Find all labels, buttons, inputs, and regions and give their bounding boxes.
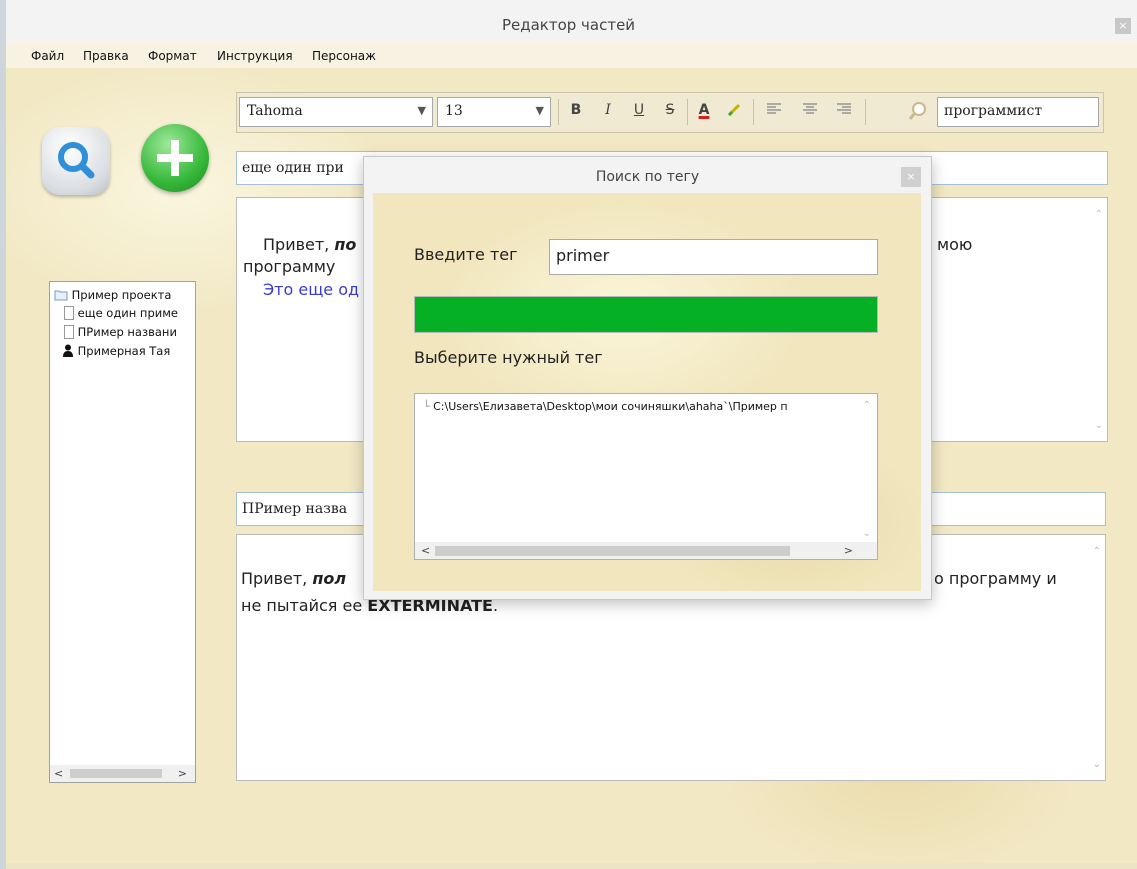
align-left-button[interactable] xyxy=(765,102,783,120)
part2-title-value: ПРимер назва xyxy=(242,501,348,517)
menu-file[interactable]: Файл xyxy=(31,49,64,63)
format-toolbar: Tahoma ▼ 13 ▼ B I U S A программист xyxy=(236,92,1104,133)
document-icon xyxy=(64,306,74,320)
folder-icon xyxy=(54,290,68,301)
toolbar-divider xyxy=(558,99,559,125)
tree-item-part-2[interactable]: ПРимер названи xyxy=(64,325,177,339)
tree-item-label: еще один приме xyxy=(77,306,178,320)
title-bar: Редактор частей × xyxy=(0,0,1137,42)
tag-results-list[interactable]: └ C:\Users\Елизавета\Desktop\мои сочиняш… xyxy=(414,393,878,560)
status-bar xyxy=(0,863,1137,869)
dialog-title: Поиск по тегу xyxy=(595,169,700,185)
list-horizontal-scrollbar[interactable]: < > xyxy=(415,542,877,559)
part1-text-line1-end: мою xyxy=(937,235,973,254)
toolbar-divider xyxy=(687,99,688,125)
align-right-icon xyxy=(837,103,851,114)
choose-tag-label: Выберите нужный тег xyxy=(414,348,603,367)
scroll-right-icon[interactable]: > xyxy=(178,767,187,780)
align-center-icon xyxy=(803,103,817,114)
scroll-thumb[interactable] xyxy=(70,769,162,778)
part1-text-line2: программу xyxy=(243,257,336,276)
scroll-up-icon[interactable]: ⌃ xyxy=(1093,541,1101,563)
text-run: не пытайся ее xyxy=(241,596,368,615)
tag-search-value: программист xyxy=(944,103,1043,119)
toolbar-divider xyxy=(865,99,866,125)
tree-horizontal-scrollbar[interactable]: < > xyxy=(50,765,195,782)
menu-edit[interactable]: Правка xyxy=(83,49,129,63)
list-item[interactable]: └ C:\Users\Елизавета\Desktop\мои сочиняш… xyxy=(423,400,788,413)
font-color-button[interactable]: A xyxy=(695,102,713,118)
tag-input-value: primer xyxy=(556,246,610,265)
part2-text-line1: Привет, пол xyxy=(241,568,346,590)
underline-button[interactable]: U xyxy=(630,102,648,118)
chevron-down-icon: ▼ xyxy=(535,104,544,117)
plus-icon xyxy=(157,140,193,176)
part1-text-line1: Привет, по xyxy=(263,234,356,256)
strikethrough-button[interactable]: S xyxy=(661,102,679,118)
font-size-value: 13 xyxy=(445,103,463,119)
tree-connector: └ xyxy=(423,400,430,413)
bold-button[interactable]: B xyxy=(567,102,585,118)
search-icon xyxy=(58,142,95,179)
tree-item-label: ПРимер названи xyxy=(77,325,177,339)
tree-item-label: Пример проекта xyxy=(71,288,172,302)
scroll-left-icon[interactable]: < xyxy=(421,544,430,557)
part1-text-line3: Это еще од xyxy=(263,280,360,299)
document-icon xyxy=(64,325,74,339)
list-item-label: C:\Users\Елизавета\Desktop\мои сочиняшки… xyxy=(433,400,788,413)
dialog-close-button[interactable]: × xyxy=(901,167,921,187)
tree-item-part-1[interactable]: еще один приме xyxy=(64,306,178,320)
search-button[interactable] xyxy=(42,127,110,195)
app-window: Редактор частей × Файл Правка Формат Инс… xyxy=(0,0,1137,869)
scroll-up-icon[interactable]: ⌃ xyxy=(1095,204,1103,226)
font-family-select[interactable]: Tahoma ▼ xyxy=(239,97,433,127)
text-run-bold: по xyxy=(334,235,357,254)
tree-item-project[interactable]: Пример проекта xyxy=(54,288,171,302)
add-button[interactable] xyxy=(141,124,209,192)
font-size-select[interactable]: 13 ▼ xyxy=(437,97,551,127)
project-tree[interactable]: Пример проекта еще один приме ПРимер наз… xyxy=(49,281,196,783)
magnifier-icon xyxy=(908,102,926,120)
scroll-down-icon[interactable]: ⌄ xyxy=(863,528,871,539)
tag-search-dialog: Поиск по тегу × Введите тег primer Выбер… xyxy=(363,156,932,600)
search-progress-bar xyxy=(414,296,878,333)
tree-item-label: Примерная Тая xyxy=(77,344,171,358)
part2-text-line1-end: о программу и xyxy=(934,569,1057,588)
align-right-button[interactable] xyxy=(835,102,853,120)
menu-character[interactable]: Персонаж xyxy=(312,49,376,63)
tag-input[interactable]: primer xyxy=(549,239,878,275)
scroll-down-icon[interactable]: ⌄ xyxy=(1093,754,1101,776)
text-run-bold: пол xyxy=(312,569,347,588)
window-edge xyxy=(0,0,6,869)
tag-label: Введите тег xyxy=(414,245,518,264)
text-run: Привет, xyxy=(263,235,335,254)
tag-search-button[interactable] xyxy=(907,100,929,122)
scroll-up-icon[interactable]: ⌃ xyxy=(863,400,871,411)
chevron-down-icon: ▼ xyxy=(417,104,426,117)
scroll-down-icon[interactable]: ⌄ xyxy=(1095,415,1103,437)
window-title: Редактор частей xyxy=(501,16,636,34)
font-family-value: Tahoma xyxy=(247,103,303,119)
menu-instructions[interactable]: Инструкция xyxy=(217,49,293,63)
tree-item-character[interactable]: Примерная Тая xyxy=(62,344,170,358)
part1-title-value: еще один при xyxy=(242,160,344,176)
toolbar-divider xyxy=(753,99,754,125)
scroll-right-icon[interactable]: > xyxy=(844,544,853,557)
close-button[interactable]: × xyxy=(1115,18,1131,34)
text-run: Привет, xyxy=(241,569,313,588)
menu-bar: Файл Правка Формат Инструкция Персонаж xyxy=(0,42,1137,68)
scroll-left-icon[interactable]: < xyxy=(54,767,63,780)
tag-search-input[interactable]: программист xyxy=(937,97,1099,127)
align-center-button[interactable] xyxy=(801,102,819,120)
scroll-thumb[interactable] xyxy=(435,546,790,556)
person-icon xyxy=(63,344,73,357)
menu-format[interactable]: Формат xyxy=(148,49,197,63)
italic-button[interactable]: I xyxy=(599,102,617,118)
align-left-icon xyxy=(767,103,781,114)
progress-fill xyxy=(415,297,877,332)
highlight-button[interactable] xyxy=(725,102,743,122)
dialog-body: Введите тег primer Выберите нужный тег └… xyxy=(373,193,921,591)
highlighter-icon xyxy=(727,103,741,117)
